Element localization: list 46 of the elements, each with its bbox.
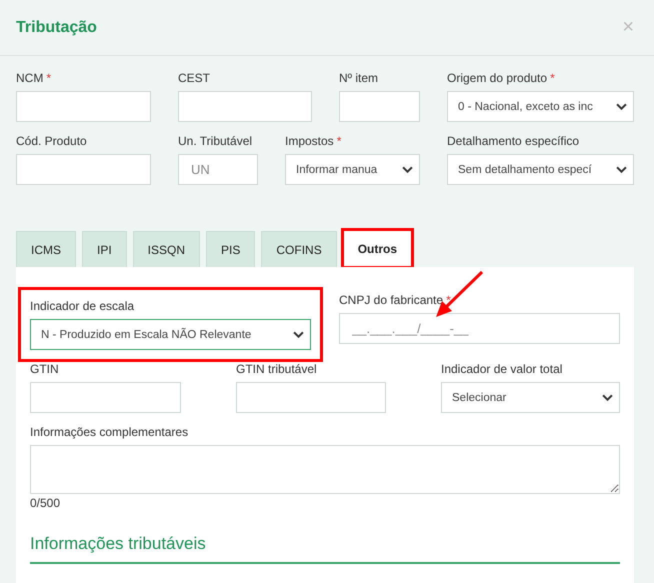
chevron-down-icon [616,166,627,173]
field-label: Un. Tributável [178,134,252,148]
field-label: Origem do produto [447,71,548,85]
tab[interactable]: Outros [342,230,412,267]
field-label: NCM [16,71,44,85]
field-label: Detalhamento específico [447,134,580,148]
chevron-down-icon [602,394,613,401]
tab[interactable]: PIS [206,231,256,267]
input-field[interactable] [339,91,420,122]
field-label: GTIN [30,362,59,376]
field-label: Indicador de valor total [441,362,562,376]
field-label: GTIN tributável [236,362,317,376]
field-label: Cód. Produto [16,134,87,148]
section-title: Informações tributáveis [30,534,620,564]
field-label: CNPJ do fabricante [339,293,444,307]
field-label: CEST [178,71,210,85]
field-label: Informações complementares [30,425,190,439]
field-label: Impostos [285,134,334,148]
input-field[interactable] [16,91,151,122]
input-field[interactable] [30,382,181,413]
select-field[interactable]: Selecionar [441,382,620,413]
input-field[interactable]: UN [178,154,258,185]
chevron-down-icon [293,331,304,338]
required-mark: * [550,71,555,85]
select-field[interactable]: 0 - Nacional, exceto as inc [447,91,634,122]
tab[interactable]: IPI [82,231,127,267]
field-label: Indicador de escala [30,299,134,313]
field-label: Nº item [339,71,378,85]
text-area[interactable] [30,445,620,494]
tab[interactable]: ISSQN [132,231,200,267]
required-mark: * [336,134,342,148]
input-field[interactable] [178,91,312,122]
chevron-down-icon [402,166,413,173]
tab[interactable]: COFINS [261,231,337,267]
input-field[interactable]: __.___.___/____-__ [339,313,620,344]
input-field[interactable] [16,154,151,185]
required-mark: * [446,293,451,307]
select-field[interactable]: Informar manua [285,154,420,185]
dialog-title: Tributação [16,18,97,36]
select-field[interactable]: N - Produzido em Escala NÃO Relevante [30,319,311,350]
select-field[interactable]: Sem detalhamento especí [447,154,634,185]
required-mark: * [46,71,51,85]
tab[interactable]: ICMS [16,231,76,267]
chevron-down-icon [616,103,627,110]
character-counter: 0/500 [30,496,62,510]
input-field[interactable] [236,382,386,413]
